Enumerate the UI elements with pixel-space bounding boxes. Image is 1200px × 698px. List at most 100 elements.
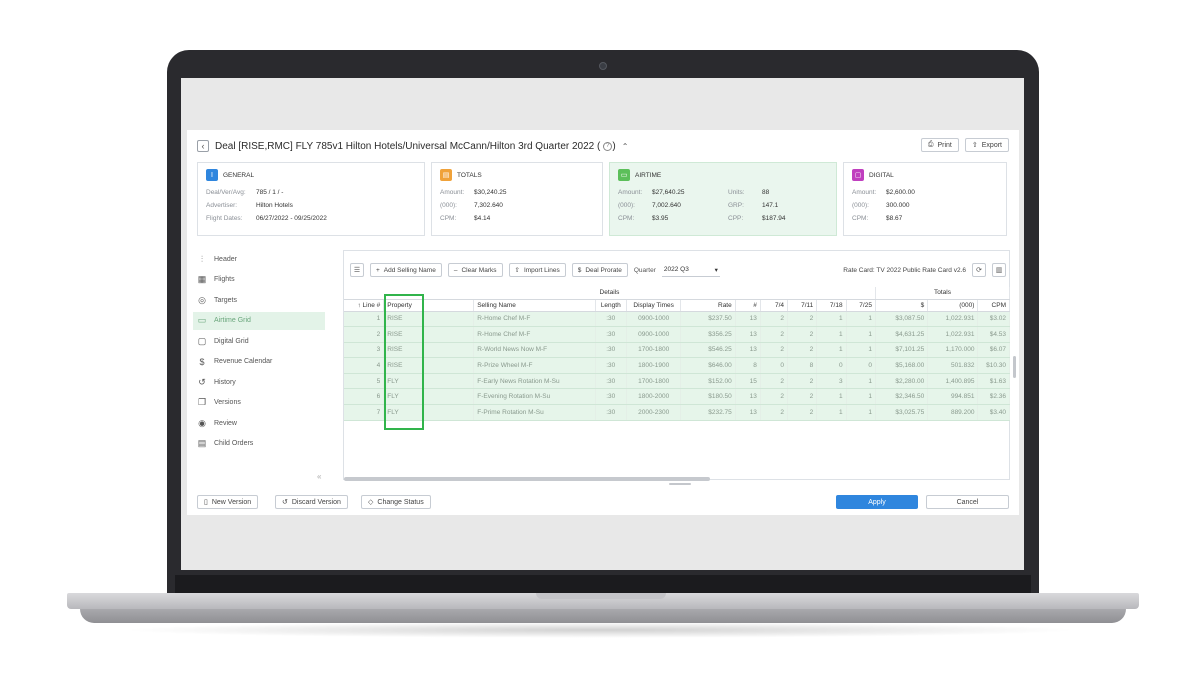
column-header[interactable]: #	[735, 299, 761, 312]
table-cell[interactable]: 4	[344, 357, 385, 374]
table-cell[interactable]: 2	[760, 404, 789, 421]
table-row[interactable]: 1 RISE R-Home Chef M-F:30 0900-1000 $237.50 1…	[344, 311, 1010, 328]
column-header[interactable]: Length	[595, 299, 627, 312]
table-cell[interactable]: 889.200	[927, 404, 979, 421]
horizontal-scrollbar[interactable]	[344, 477, 710, 481]
table-cell[interactable]: 6	[344, 388, 385, 406]
table-cell[interactable]: 13	[735, 342, 761, 359]
table-cell[interactable]: 1	[846, 373, 876, 390]
sidebar-item-revenue-calendar[interactable]: $ Revenue Calendar	[193, 353, 325, 371]
table-cell[interactable]: $1.63	[977, 373, 1010, 390]
table-cell[interactable]: 1700-1800	[626, 373, 682, 390]
change-status-button[interactable]: ◇ Change Status	[361, 495, 431, 509]
cancel-button[interactable]: Cancel	[926, 495, 1009, 509]
table-cell[interactable]: :30	[595, 326, 627, 343]
table-cell[interactable]: 1	[846, 388, 876, 406]
table-cell[interactable]: $180.50	[680, 388, 736, 406]
table-cell[interactable]: 2	[760, 311, 789, 328]
table-cell[interactable]: F-Early News Rotation M-Su	[473, 373, 596, 390]
table-cell[interactable]: 1,400.895	[927, 373, 979, 390]
sidebar-item-targets[interactable]: ◎ Targets	[193, 291, 325, 309]
column-header[interactable]: CPM	[977, 299, 1010, 312]
table-cell[interactable]: 1	[816, 311, 847, 328]
table-cell[interactable]: $2,280.00	[875, 373, 929, 390]
table-cell[interactable]: $2.36	[977, 388, 1010, 406]
table-cell[interactable]: 2	[787, 404, 818, 421]
table-cell[interactable]: R-Prize Wheel M-F	[473, 357, 596, 374]
table-cell[interactable]: 1	[344, 311, 385, 328]
table-cell[interactable]: :30	[595, 357, 627, 374]
table-cell[interactable]: 1	[816, 342, 847, 359]
table-cell[interactable]: $546.25	[680, 342, 736, 359]
table-cell[interactable]: $3.40	[977, 404, 1010, 421]
sidebar-item-history[interactable]: ↺ History	[193, 373, 325, 391]
add-selling-name-button[interactable]: + Add Selling Name	[370, 263, 442, 277]
export-button[interactable]: ⇧ Export	[964, 138, 1009, 152]
table-cell[interactable]: 1	[846, 311, 876, 328]
table-cell[interactable]: 2	[760, 388, 789, 406]
deal-prorate-button[interactable]: $ Deal Prorate	[571, 263, 628, 277]
table-cell[interactable]: 2	[787, 373, 818, 390]
table-cell[interactable]: 2	[344, 326, 385, 343]
new-version-button[interactable]: ▯ New Version	[197, 495, 259, 509]
sidebar-item-review[interactable]: ◉ Review	[193, 414, 325, 432]
table-cell[interactable]: 7	[344, 404, 385, 421]
table-cell[interactable]: 1,022.931	[927, 326, 979, 343]
table-cell[interactable]: 0	[846, 357, 876, 374]
table-cell[interactable]: 1	[816, 404, 847, 421]
table-cell[interactable]: 1	[846, 342, 876, 359]
table-cell[interactable]: 1700-1800	[626, 342, 682, 359]
table-cell[interactable]: 1	[846, 404, 876, 421]
print-button[interactable]: ⎙ Print	[920, 138, 959, 152]
table-cell[interactable]: $646.00	[680, 357, 736, 374]
table-cell[interactable]: 1800-1900	[626, 357, 682, 374]
table-cell[interactable]: $3,025.75	[875, 404, 929, 421]
table-cell[interactable]: 1	[816, 388, 847, 406]
table-cell[interactable]: 0	[760, 357, 789, 374]
table-cell[interactable]: 2	[787, 311, 818, 328]
table-cell[interactable]: :30	[595, 388, 627, 406]
vertical-scrollbar[interactable]	[1013, 356, 1016, 378]
table-row[interactable]: 7 FLY F-Prime Rotation M-Su:30 2000-2300 $23…	[344, 404, 1010, 421]
table-cell[interactable]: $10.30	[977, 357, 1010, 374]
clear-marks-button[interactable]: – Clear Marks	[447, 263, 503, 277]
table-cell[interactable]: R-Home Chef M-F	[473, 326, 596, 343]
table-cell[interactable]: 2	[787, 342, 818, 359]
table-cell[interactable]: :30	[595, 342, 627, 359]
sidebar-item-airtime-grid[interactable]: ▭ Airtime Grid	[193, 311, 325, 330]
column-header[interactable]: 7/11	[787, 299, 818, 312]
table-cell[interactable]: $4,631.25	[875, 326, 929, 343]
table-row[interactable]: 4 RISE R-Prize Wheel M-F:30 1800-1900 $646.0…	[344, 357, 1010, 374]
back-button[interactable]: ‹	[197, 140, 209, 152]
table-cell[interactable]: 13	[735, 404, 761, 421]
table-cell[interactable]: 13	[735, 326, 761, 343]
table-cell[interactable]: 3	[816, 373, 847, 390]
quarter-select[interactable]: 2022 Q3 ▾	[661, 264, 720, 277]
table-cell[interactable]: $3,087.50	[875, 311, 929, 328]
sidebar-item-flights[interactable]: ▦ Flights	[193, 271, 325, 289]
refresh-button[interactable]: ⟳	[972, 263, 986, 277]
table-cell[interactable]: $152.00	[680, 373, 736, 390]
sidebar-item-digital-grid[interactable]: ▢ Digital Grid	[193, 332, 325, 350]
table-cell[interactable]: R-Home Chef M-F	[473, 311, 596, 328]
sidebar-item-child-orders[interactable]: ▤ Child Orders	[193, 435, 325, 453]
table-cell[interactable]: 3	[344, 342, 385, 359]
table-cell[interactable]: 2	[787, 326, 818, 343]
table-cell[interactable]: 2	[760, 326, 789, 343]
column-header[interactable]: 7/25	[846, 299, 876, 312]
column-header[interactable]: Selling Name	[473, 299, 596, 312]
table-cell[interactable]: 2	[760, 342, 789, 359]
collapse-sidebar-icon[interactable]: «	[317, 472, 321, 481]
table-cell[interactable]: $2,346.50	[875, 388, 929, 406]
table-cell[interactable]: 1800-2000	[626, 388, 682, 406]
column-header[interactable]: (000)	[927, 299, 979, 312]
table-cell[interactable]: 2	[787, 388, 818, 406]
chevron-up-icon[interactable]: ⌃	[622, 142, 629, 151]
table-cell[interactable]: F-Evening Rotation M-Su	[473, 388, 596, 406]
column-header[interactable]: $	[875, 299, 929, 312]
table-cell[interactable]: F-Prime Rotation M-Su	[473, 404, 596, 421]
column-header[interactable]: ↑ Line #	[344, 299, 385, 312]
table-cell[interactable]: :30	[595, 311, 627, 328]
apply-button[interactable]: Apply	[836, 495, 918, 509]
book-button[interactable]: ▥	[992, 263, 1006, 277]
